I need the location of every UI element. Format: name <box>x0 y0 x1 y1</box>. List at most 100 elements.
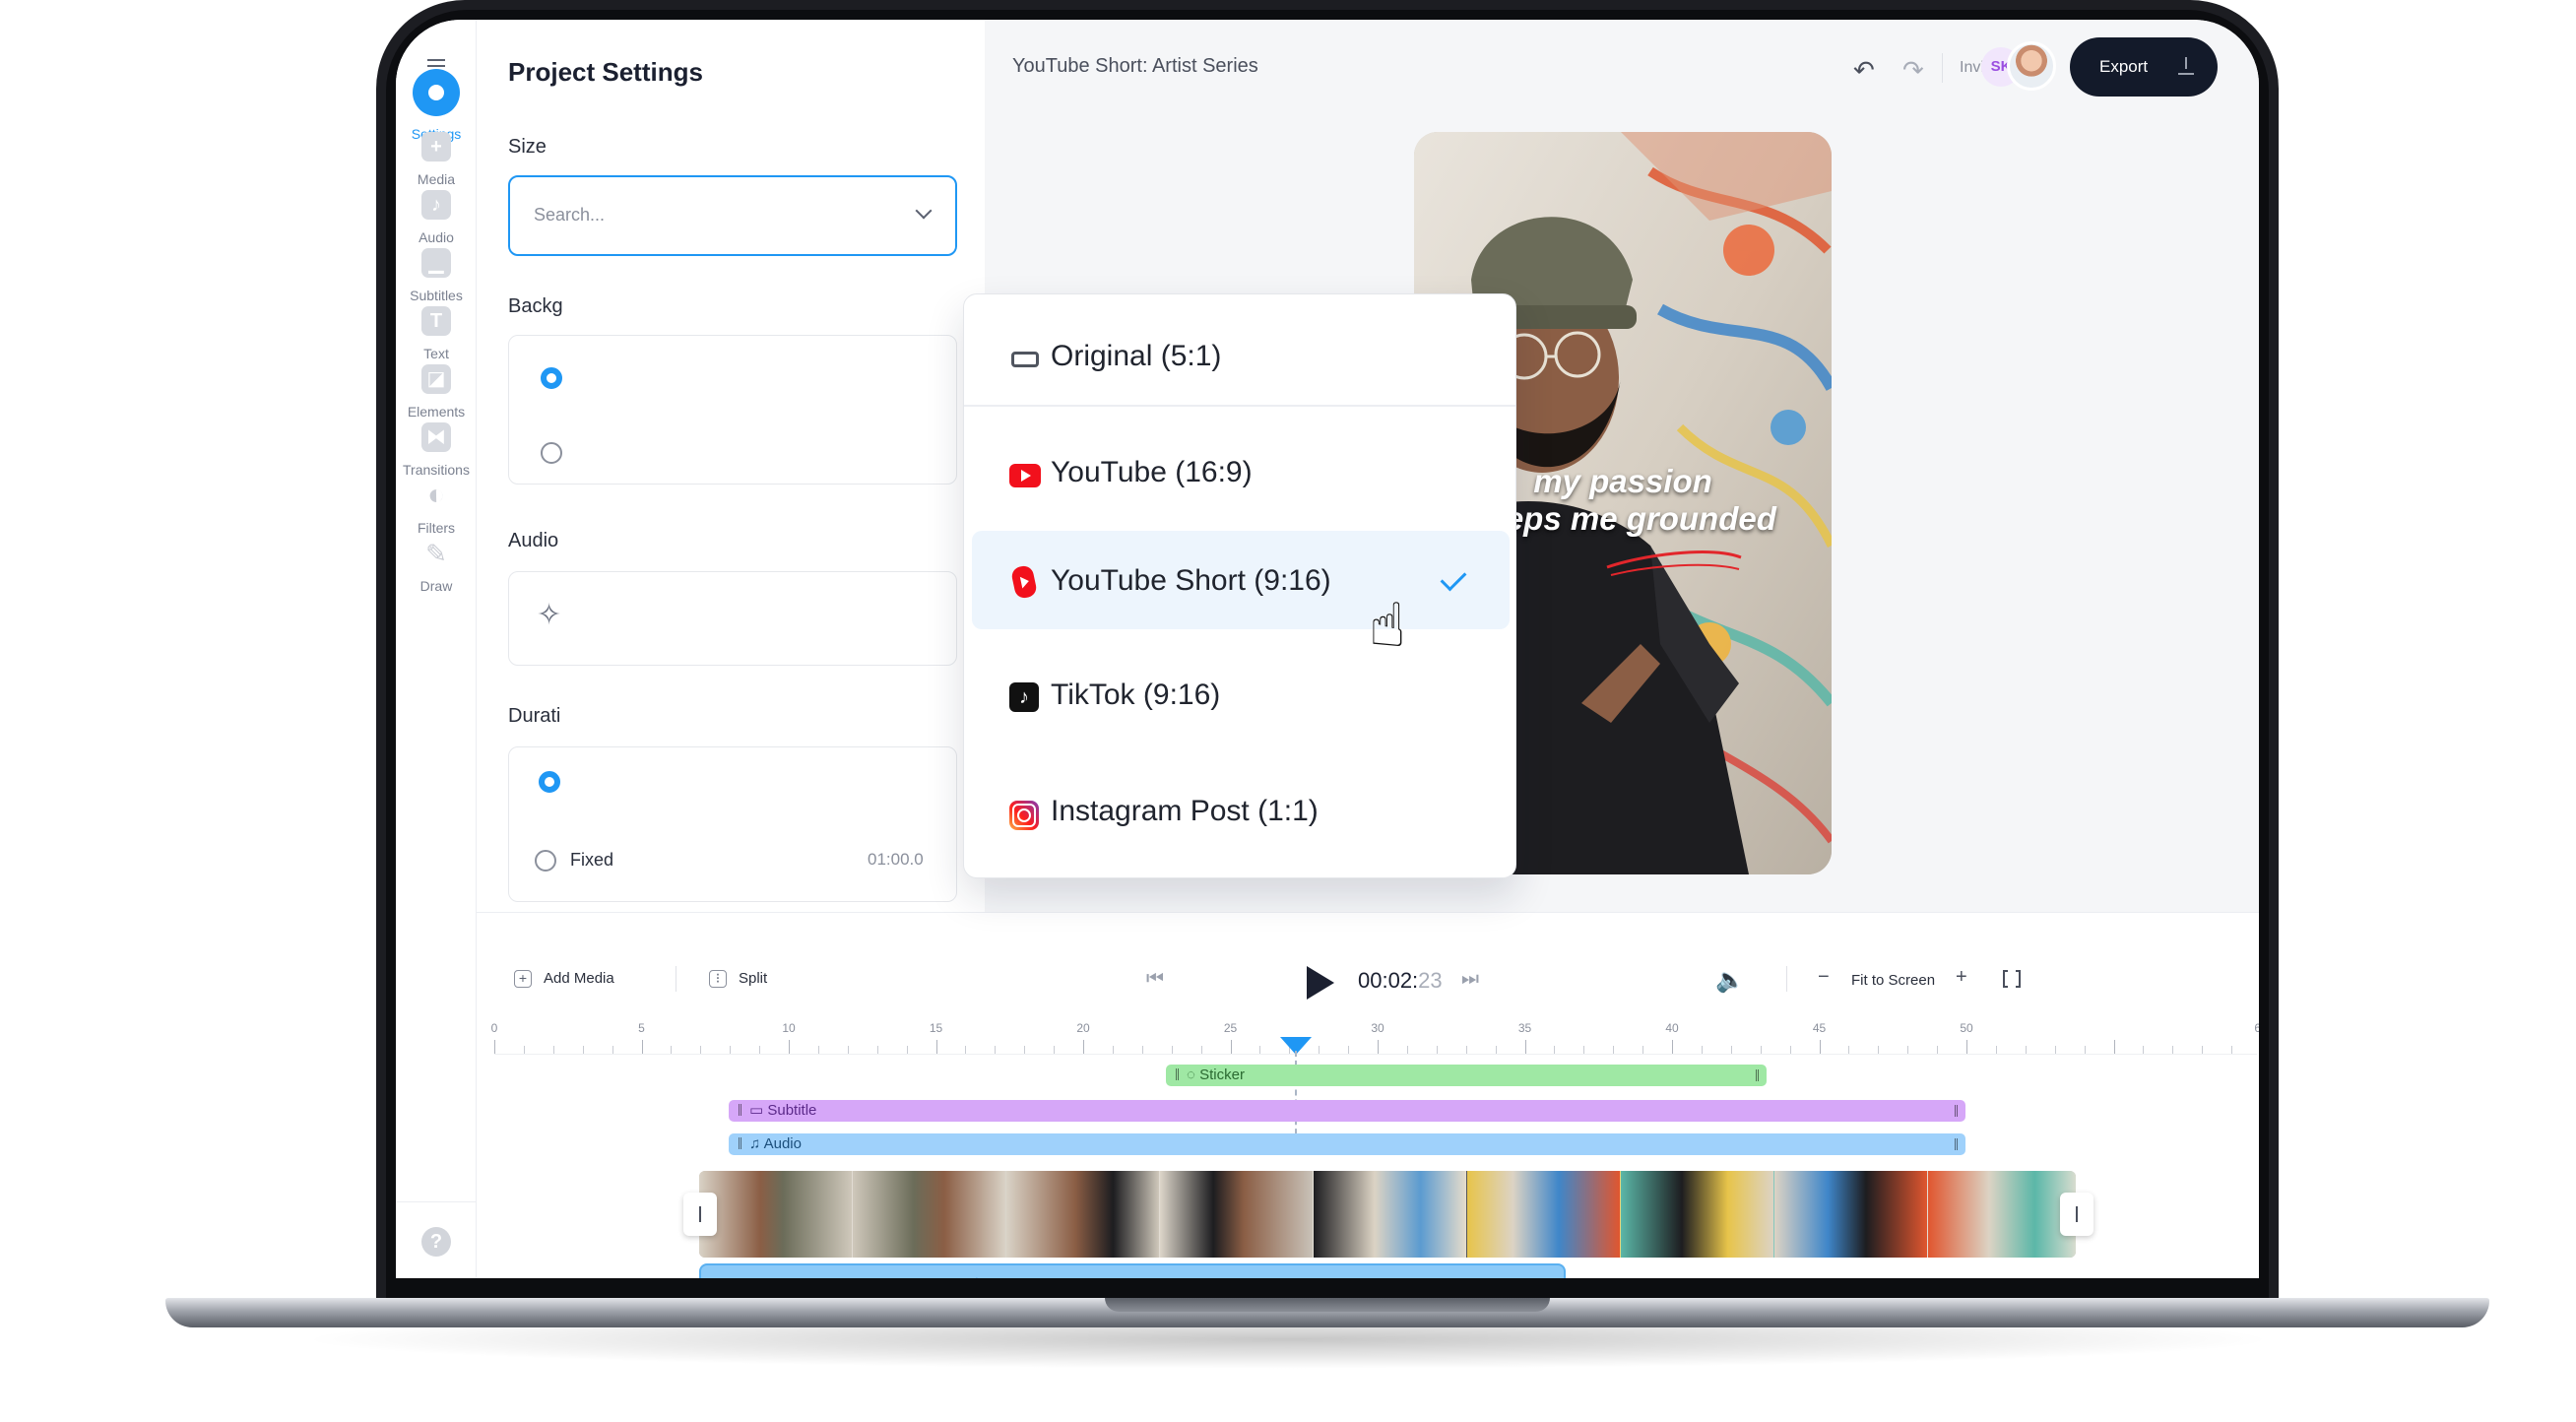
size-dropdown-menu: Original (5:1) YouTube (16:9) YouTube Sh… <box>963 293 1516 878</box>
duration-options-box: Fixed 01:00.0 <box>508 746 957 902</box>
video-filmstrip[interactable] <box>699 1171 2076 1258</box>
rail-item-settings[interactable]: Settings <box>396 69 477 142</box>
rail-label-subtitles: Subtitles <box>410 288 463 303</box>
ruler-tick <box>494 1040 495 1054</box>
rail-item-audio[interactable]: ♪ Audio <box>396 190 477 245</box>
ruler-tick <box>1760 1046 1762 1054</box>
undo-icon[interactable]: ↶ <box>1853 55 1875 86</box>
zoom-out-icon[interactable]: − <box>1818 966 1830 989</box>
audio-label: Audio <box>508 530 559 551</box>
split-button[interactable]: ⁝ Split <box>709 970 767 989</box>
ruler-tick <box>1436 1046 1438 1054</box>
background-radio-1[interactable] <box>541 367 562 389</box>
ruler-tick <box>612 1046 613 1054</box>
track-handle[interactable] <box>1955 1138 1958 1150</box>
ruler-label: 50 <box>1960 1021 1973 1035</box>
ruler-tick <box>1819 1040 1821 1054</box>
size-option-youtube[interactable]: YouTube (16:9) <box>972 422 1510 521</box>
size-option-label: TikTok (9:16) <box>1051 679 1221 711</box>
ruler-label: 40 <box>1665 1021 1679 1035</box>
size-option-instagram[interactable]: Instagram Post (1:1) <box>972 761 1510 860</box>
add-media-button[interactable]: + Add Media <box>514 970 614 989</box>
ruler-tick <box>876 1046 878 1054</box>
background-options-box <box>508 335 957 485</box>
track-handle[interactable] <box>1176 1068 1179 1080</box>
ruler-tick <box>1848 1046 1850 1054</box>
help-icon[interactable]: ? <box>421 1227 451 1257</box>
ruler-tick <box>1524 1040 1526 1054</box>
text-icon: T <box>421 306 451 336</box>
ruler-label: 35 <box>1517 1021 1532 1035</box>
duration-radio-auto[interactable] <box>539 771 560 793</box>
background-label: Backg <box>508 295 563 317</box>
trim-handle-left[interactable] <box>683 1193 717 1236</box>
panel-title: Project Settings <box>508 57 703 87</box>
volume-icon[interactable]: 🔈 <box>1715 966 1745 995</box>
size-option-youtube-short[interactable]: YouTube Short (9:16) <box>972 531 1510 629</box>
track-handle[interactable] <box>1955 1105 1958 1117</box>
size-option-label: Original (5:1) <box>1051 340 1222 372</box>
size-search-select[interactable]: Search... <box>508 175 957 256</box>
filmstrip-frame <box>1006 1171 1160 1258</box>
audio-track[interactable]: ♫ Audio <box>729 1133 1965 1155</box>
ruler-tick <box>1878 1046 1880 1054</box>
export-label: Export <box>2099 57 2149 76</box>
size-option-original[interactable]: Original (5:1) <box>972 306 1510 405</box>
ruler-label: 20 <box>1076 1021 1090 1035</box>
document-title[interactable]: YouTube Short: Artist Series <box>1012 55 1258 78</box>
filters-icon: ◐ <box>421 481 451 510</box>
fixed-duration-time: 01:00.0 <box>868 850 924 869</box>
audio-waveform-clip[interactable] <box>699 1263 1566 1278</box>
youtube-shorts-icon <box>1009 564 1039 600</box>
avatar-photo[interactable] <box>2007 41 2056 91</box>
timeline-ruler[interactable]: 0 5 10 15 20 25 30 35 40 45 50 60 <box>491 1021 2259 1055</box>
rail-item-elements[interactable]: ◪ Elements <box>396 364 477 420</box>
timeline-panel: + Add Media ⁝ Split ⏮ 00:02:23 ⏭ 🔈 − Fit t… <box>477 912 2259 1278</box>
aspect-ratio-icon <box>1011 352 1039 367</box>
ruler-tick <box>1701 1046 1703 1054</box>
project-settings-panel: Project Settings Size Search... Backg Au… <box>477 20 985 912</box>
skip-back-icon[interactable]: ⏮ <box>1146 968 1164 991</box>
rail-item-text[interactable]: T Text <box>396 306 477 361</box>
ruler-tick <box>2143 1046 2145 1054</box>
export-button[interactable]: Export <box>2070 37 2218 97</box>
ruler-tick <box>759 1046 761 1054</box>
redo-icon[interactable]: ↷ <box>1902 55 1924 86</box>
ruler-tick <box>1259 1046 1261 1054</box>
ruler-tick <box>995 1046 997 1054</box>
ruler-tick <box>935 1040 937 1054</box>
duration-radio-fixed[interactable] <box>535 850 556 872</box>
background-radio-2[interactable] <box>541 442 562 464</box>
time-frames: 23 <box>1418 968 1443 993</box>
ruler-tick <box>1937 1046 1939 1054</box>
trim-handle-right[interactable] <box>2060 1193 2093 1236</box>
skip-forward-icon[interactable]: ⏭ <box>1461 968 1479 991</box>
ruler-tick <box>2084 1046 2086 1054</box>
ruler-tick <box>2202 1046 2204 1054</box>
zoom-in-icon[interactable]: + <box>1956 966 1967 989</box>
rail-label-audio: Audio <box>419 229 454 245</box>
sparkle-icon[interactable]: ✧ <box>537 598 561 632</box>
settings-icon <box>413 69 460 116</box>
ruler-tick <box>1966 1040 1967 1054</box>
fit-to-screen-button[interactable]: Fit to Screen <box>1851 972 1935 989</box>
rail-item-media[interactable]: + Media <box>396 132 477 187</box>
subtitle-track[interactable]: ▭ Subtitle <box>729 1100 1965 1122</box>
track-handle[interactable] <box>739 1137 741 1149</box>
ruler-tick <box>700 1046 702 1054</box>
play-icon[interactable] <box>1307 966 1334 1000</box>
ruler-tick <box>1141 1046 1143 1054</box>
rail-item-filters[interactable]: ◐ Filters <box>396 481 477 537</box>
rail-label-text: Text <box>423 346 449 361</box>
track-handle[interactable] <box>739 1104 741 1116</box>
left-rail: Settings + Media ♪ Audio ▁ Subtitles T T… <box>396 20 477 1278</box>
rail-item-transitions[interactable]: ⧓ Transitions <box>396 422 477 478</box>
fullscreen-icon[interactable] <box>2003 969 2021 989</box>
ruler-tick <box>1230 1040 1232 1054</box>
sticker-track[interactable]: ◌ Sticker <box>1166 1065 1767 1086</box>
track-handle[interactable] <box>1756 1069 1759 1081</box>
size-option-tiktok[interactable]: ♪ TikTok (9:16) <box>972 645 1510 743</box>
rail-divider <box>396 1201 477 1202</box>
rail-item-subtitles[interactable]: ▁ Subtitles <box>396 248 477 303</box>
rail-item-draw[interactable]: ✎ Draw <box>396 539 477 594</box>
